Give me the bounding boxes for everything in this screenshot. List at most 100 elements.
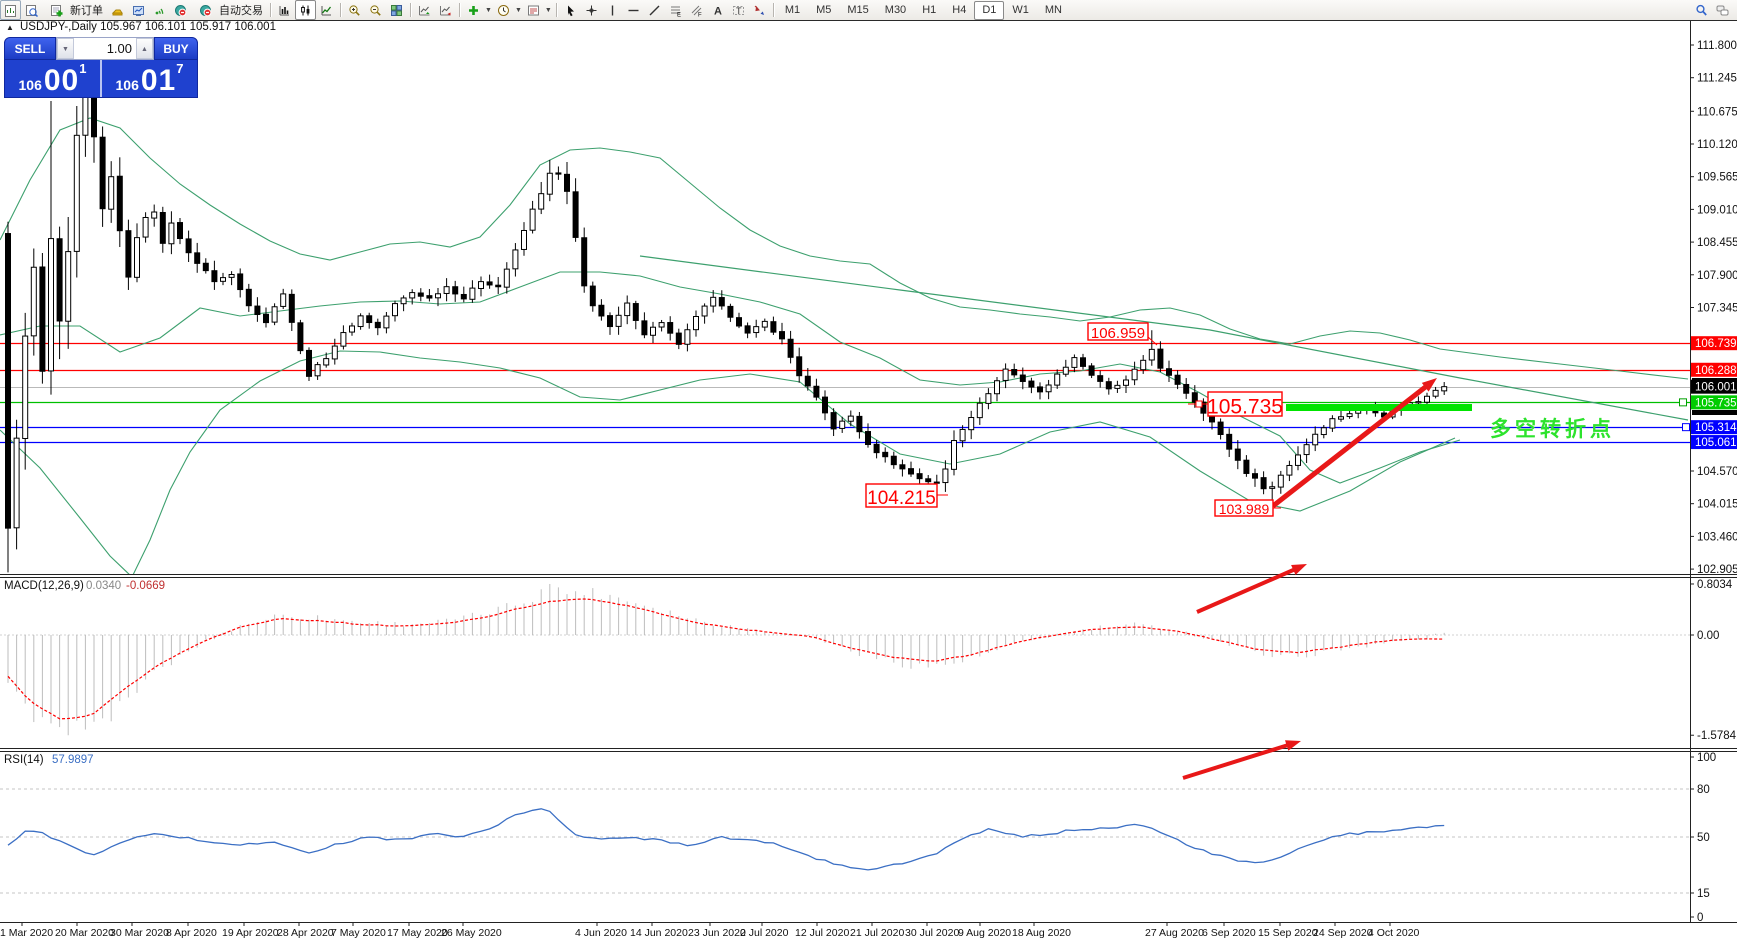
timeframe-mn-button[interactable]: MN: [1037, 1, 1070, 20]
period-icon[interactable]: [493, 0, 514, 20]
trendline-icon[interactable]: [644, 0, 665, 20]
add-indicator-icon[interactable]: [463, 0, 484, 20]
chart-canvas[interactable]: ▲ USDJPY-,Daily 105.967 106.101 105.917 1…: [0, 0, 1737, 942]
svg-text:107.345: 107.345: [1697, 302, 1737, 314]
svg-text:110.675: 110.675: [1697, 106, 1737, 118]
svg-text:RSI(14): RSI(14): [4, 754, 44, 766]
volume-input[interactable]: [74, 38, 136, 59]
svg-text:T: T: [736, 5, 742, 15]
volume-up-button[interactable]: ▲: [136, 38, 153, 59]
svg-text:50: 50: [1697, 832, 1710, 844]
template-dropdown-caret[interactable]: ▼: [545, 7, 552, 14]
bid-price[interactable]: 106 00 1: [5, 60, 100, 97]
svg-text:26 May 2020: 26 May 2020: [441, 927, 502, 939]
svg-text:109.565: 109.565: [1697, 172, 1737, 184]
ask-price[interactable]: 106 01 7: [102, 60, 197, 97]
candlestick-icon[interactable]: [295, 0, 316, 20]
chat-icon[interactable]: [1712, 0, 1733, 20]
svg-text:102.905: 102.905: [1697, 564, 1737, 576]
timeframe-m1-button[interactable]: M1: [777, 1, 808, 20]
svg-text:28 Apr 2020: 28 Apr 2020: [277, 927, 334, 939]
fibonacci-icon[interactable]: E: [665, 0, 686, 20]
autotrade-stop-icon[interactable]: [170, 0, 191, 20]
arrow-tools-icon[interactable]: [749, 0, 770, 20]
svg-text:18 Aug 2020: 18 Aug 2020: [1012, 927, 1071, 939]
svg-text:104.215: 104.215: [867, 488, 936, 509]
line-chart-icon[interactable]: [316, 0, 337, 20]
text-icon[interactable]: A: [707, 0, 728, 20]
horizontal-line-icon[interactable]: [623, 0, 644, 20]
macd-pane: MACD(12,26,9) 0.0340-0.06690.80340.00-1.…: [0, 579, 1737, 742]
zoom-in-icon[interactable]: [344, 0, 365, 20]
timeframe-d1-button[interactable]: D1: [974, 1, 1004, 20]
auto-scroll-icon[interactable]: [414, 0, 435, 20]
svg-text:103.460: 103.460: [1697, 531, 1737, 543]
volume-down-button[interactable]: ▼: [57, 38, 74, 59]
zoom-out-icon[interactable]: [365, 0, 386, 20]
signal-icon[interactable]: [149, 0, 170, 20]
svg-text:20 Mar 2020: 20 Mar 2020: [55, 927, 114, 939]
new-chart-icon[interactable]: [0, 0, 21, 20]
line-handles[interactable]: [1680, 399, 1690, 431]
svg-text:15 Sep 2020: 15 Sep 2020: [1258, 927, 1318, 939]
toolbar-right-group: [1691, 0, 1733, 20]
timeframe-m5-button[interactable]: M5: [808, 1, 839, 20]
macd-signal-line: [8, 599, 1444, 719]
svg-text:24 Sep 2020: 24 Sep 2020: [1313, 927, 1373, 939]
descending-trendline[interactable]: [640, 256, 1688, 420]
svg-text:4 Oct 2020: 4 Oct 2020: [1368, 927, 1420, 939]
svg-text:105.735: 105.735: [1695, 397, 1737, 409]
chart-shift-icon[interactable]: [435, 0, 456, 20]
mt4-window: 新订单 自动交易 ▼ ▼ ▼ EFAT M1M5M15M30H1H4D1W1MN ▲…: [0, 0, 1737, 942]
svg-text:15: 15: [1697, 888, 1710, 900]
support-band-group[interactable]: [1286, 404, 1472, 411]
svg-text:19 Apr 2020: 19 Apr 2020: [222, 927, 279, 939]
svg-text:103.989: 103.989: [1219, 501, 1270, 517]
svg-text:109.010: 109.010: [1697, 204, 1737, 216]
vertical-line-icon[interactable]: [602, 0, 623, 20]
bull-bear-turning-point-text[interactable]: 多空转折点: [1490, 417, 1615, 441]
label-icon[interactable]: T: [728, 0, 749, 20]
timeframe-h4-button[interactable]: H4: [944, 1, 974, 20]
add-indicator-dropdown-caret[interactable]: ▼: [485, 7, 492, 14]
new-order-icon: [46, 0, 67, 20]
search-icon[interactable]: [1691, 0, 1712, 20]
svg-text:105.735: 105.735: [1207, 396, 1283, 419]
svg-text:0.8034: 0.8034: [1697, 579, 1733, 591]
channel-icon[interactable]: F: [686, 0, 707, 20]
template-icon[interactable]: [523, 0, 544, 20]
timeframe-m30-button[interactable]: M30: [877, 1, 914, 20]
buy-button[interactable]: BUY: [154, 37, 198, 60]
zoom-group: [344, 0, 407, 20]
bar-chart-icon[interactable]: [274, 0, 295, 20]
period-dropdown-caret[interactable]: ▼: [515, 7, 522, 14]
chart-type-group: [274, 0, 337, 20]
timeframe-m15-button[interactable]: M15: [839, 1, 876, 20]
svg-text:21 Jul 2020: 21 Jul 2020: [850, 927, 904, 939]
svg-text:USDJPY-,Daily 105.967 106.101: USDJPY-,Daily 105.967 106.101 105.917 10…: [20, 21, 276, 33]
svg-text:MACD(12,26,9): MACD(12,26,9): [4, 580, 84, 592]
auto-trading-button[interactable]: 自动交易: [191, 1, 267, 19]
timeframe-w1-button[interactable]: W1: [1004, 1, 1037, 20]
tile-windows-icon[interactable]: [386, 0, 407, 20]
crosshair-icon[interactable]: [581, 0, 602, 20]
svg-text:108.455: 108.455: [1697, 237, 1737, 249]
new-order-button[interactable]: 新订单: [42, 1, 107, 19]
svg-text:106.288: 106.288: [1695, 365, 1737, 377]
annotation-layer[interactable]: 106.959 105.735 104.215 103.989 多空转折点: [866, 323, 1615, 778]
gold-history-icon[interactable]: [107, 0, 128, 20]
navigator-icon[interactable]: [128, 0, 149, 20]
red-trend-arrow[interactable]: [1183, 744, 1291, 778]
profile-preview-icon[interactable]: [21, 0, 42, 20]
bollinger-middle-band: [0, 272, 1460, 483]
svg-text:0.0340: 0.0340: [86, 580, 121, 592]
timeframe-h1-button[interactable]: H1: [914, 1, 944, 20]
cursor-icon[interactable]: [560, 0, 581, 20]
svg-text:106.959: 106.959: [1091, 325, 1145, 342]
quote-line: ▲USDJPY-,Daily 105.967 106.101 105.917 1…: [6, 21, 276, 33]
svg-text:105.061: 105.061: [1695, 437, 1737, 449]
support-band[interactable]: [1286, 404, 1472, 411]
sell-button[interactable]: SELL: [4, 37, 56, 60]
new-order-label: 新订单: [70, 2, 103, 18]
date-axis: 1 Mar 202020 Mar 202030 Mar 20208 Apr 20…: [0, 922, 1420, 939]
